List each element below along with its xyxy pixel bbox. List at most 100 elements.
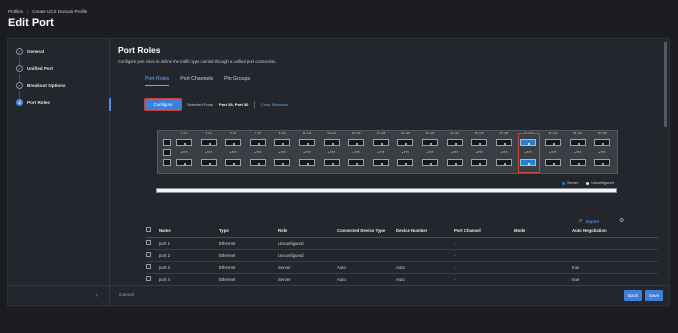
column-header[interactable]: Name bbox=[159, 227, 219, 238]
sfp-port-upper[interactable] bbox=[200, 139, 217, 146]
row-checkbox[interactable] bbox=[146, 276, 151, 281]
sfp-port-upper[interactable] bbox=[299, 139, 315, 146]
mgmt-port bbox=[163, 149, 171, 156]
port-number-label: 33 ⊙34 bbox=[573, 132, 582, 135]
sfp-port-upper[interactable] bbox=[372, 139, 389, 146]
port-pair[interactable]: 33 ⊙34 ● 5 5 5 bbox=[567, 132, 589, 168]
sfp-port-upper[interactable] bbox=[495, 139, 512, 146]
table-cell: Auto bbox=[396, 273, 454, 286]
step-breakout-options[interactable]: ✓ Breakout Options bbox=[16, 82, 66, 89]
port-pair[interactable]: 13 ⊙14 ● 5 5 5 bbox=[321, 132, 343, 168]
port-led bbox=[577, 162, 580, 165]
port-led bbox=[282, 162, 285, 165]
column-header[interactable]: Mode bbox=[514, 227, 572, 238]
clear-selection-link[interactable]: Clear Selection bbox=[261, 102, 288, 107]
port-pair[interactable]: 3 ⊙4 ● 5 5 5 bbox=[198, 132, 220, 168]
sfp-port-upper[interactable] bbox=[225, 139, 242, 146]
port-pair[interactable]: 21 ⊙22 ● 5 5 5 bbox=[419, 132, 441, 168]
tab-port-channels[interactable]: Port Channels bbox=[180, 76, 213, 86]
row-checkbox[interactable] bbox=[146, 252, 151, 257]
sfp-port-lower[interactable] bbox=[348, 159, 365, 166]
table-row[interactable]: port 2 Ethernet Unconfigured - bbox=[146, 249, 658, 262]
port-pair[interactable]: 27 ⊙28 ● 5 5 5 bbox=[493, 132, 515, 168]
sfp-port-lower[interactable] bbox=[249, 159, 266, 166]
port-pair[interactable]: 19 ⊙20 ● 5 5 5 bbox=[394, 132, 416, 168]
save-button[interactable]: Save bbox=[645, 290, 663, 301]
port-led bbox=[257, 162, 260, 165]
sfp-port-lower[interactable] bbox=[471, 159, 488, 166]
port-pair[interactable]: 9 ⊙10 ● 5 5 5 bbox=[271, 132, 293, 168]
sfp-port-lower[interactable] bbox=[397, 159, 414, 166]
port-pair[interactable]: 25 ⊙26 ● 5 5 5 bbox=[468, 132, 490, 168]
sfp-port-upper[interactable] bbox=[249, 139, 266, 146]
selected-ports-label: Selected Ports bbox=[187, 102, 214, 107]
sfp-port-upper[interactable] bbox=[471, 139, 488, 146]
port-status-text: ● 5 5 5 bbox=[500, 151, 508, 154]
table-cell: Server bbox=[278, 273, 337, 286]
sfp-port-upper[interactable] bbox=[446, 139, 463, 146]
table-row[interactable]: port 1 Ethernet Unconfigured - bbox=[146, 237, 658, 250]
sfp-port-lower[interactable] bbox=[225, 159, 242, 166]
select-all-checkbox[interactable] bbox=[146, 227, 151, 233]
sfp-port-upper[interactable] bbox=[569, 139, 586, 146]
export-button[interactable]: ⟳ Export bbox=[579, 218, 599, 224]
sfp-port-lower[interactable] bbox=[422, 159, 438, 166]
sfp-port-upper[interactable] bbox=[274, 139, 291, 146]
port-pair[interactable]: 7 ⊙8 ● 5 5 5 bbox=[247, 132, 269, 168]
port-pair[interactable]: 23 ⊙24 ● 5 5 5 bbox=[444, 132, 466, 168]
port-pair[interactable]: 17 ⊙18 ● 5 5 5 bbox=[370, 132, 392, 168]
breadcrumb-create-domain-profile[interactable]: Create UCS Domain Profile bbox=[32, 9, 87, 14]
page-scrollbar[interactable] bbox=[664, 42, 667, 127]
table-row[interactable]: port 3 Ethernet Server Auto Auto - true bbox=[146, 261, 658, 274]
sfp-port-lower[interactable] bbox=[372, 159, 389, 166]
cancel-button[interactable]: Cancel bbox=[119, 293, 134, 298]
column-header[interactable]: Device Number bbox=[396, 227, 454, 238]
port-led bbox=[282, 142, 285, 145]
configure-button[interactable]: Configure bbox=[143, 97, 183, 112]
gear-icon[interactable]: ⚙ bbox=[619, 217, 624, 224]
table-cell bbox=[572, 249, 658, 262]
sfp-port-upper[interactable] bbox=[176, 139, 192, 146]
sfp-port-lower[interactable] bbox=[323, 159, 340, 166]
sfp-port-upper[interactable] bbox=[545, 139, 561, 146]
port-pair[interactable]: 5 ⊙6 ● 5 5 5 bbox=[222, 132, 244, 168]
port-pair[interactable]: 35 ⊙36 ● 5 5 5 bbox=[591, 132, 613, 168]
column-header[interactable]: Connected Device Type bbox=[337, 227, 396, 238]
column-header[interactable]: Auto Negotiation bbox=[572, 227, 658, 238]
sfp-port-lower[interactable] bbox=[569, 159, 586, 166]
sfp-port-upper[interactable] bbox=[323, 139, 340, 146]
column-header[interactable]: Port Channel bbox=[454, 227, 514, 238]
sfp-port-upper[interactable] bbox=[397, 139, 414, 146]
table-cell: Ethernet bbox=[219, 273, 278, 286]
port-pair[interactable]: 15 ⊙16 ● 5 5 5 bbox=[345, 132, 367, 168]
tab-pin-groups[interactable]: Pin Groups bbox=[224, 76, 250, 86]
sfp-port-lower[interactable] bbox=[495, 159, 512, 166]
port-pair[interactable]: 11 ⊙12 ● 5 5 5 bbox=[296, 132, 318, 168]
row-checkbox[interactable] bbox=[146, 240, 151, 245]
sfp-port-lower[interactable] bbox=[200, 159, 217, 166]
step-unified-port[interactable]: ✓ Unified Port bbox=[16, 65, 53, 72]
sfp-port-lower[interactable] bbox=[274, 159, 291, 166]
faceplate-scroll-strip[interactable] bbox=[156, 188, 617, 193]
sfp-port-upper[interactable] bbox=[422, 139, 438, 146]
row-checkbox[interactable] bbox=[146, 264, 151, 269]
column-header[interactable]: Type bbox=[219, 227, 278, 238]
step-port-roles[interactable]: 4 Port Roles bbox=[16, 99, 50, 106]
sfp-port-lower[interactable] bbox=[545, 159, 561, 166]
column-header[interactable]: Role bbox=[278, 227, 337, 238]
breadcrumb-profiles[interactable]: Profiles bbox=[8, 9, 23, 14]
sfp-port-lower[interactable] bbox=[299, 159, 315, 166]
table-cell: - bbox=[454, 273, 514, 286]
sfp-port-lower[interactable] bbox=[176, 159, 192, 166]
port-pair[interactable]: 31 ⊙32 ● 5 5 5 bbox=[542, 132, 564, 168]
sfp-port-lower[interactable] bbox=[446, 159, 463, 166]
tab-port-roles[interactable]: Port Roles bbox=[145, 76, 170, 86]
sfp-port-lower[interactable] bbox=[594, 159, 611, 166]
step-general[interactable]: ✓ General bbox=[16, 48, 44, 55]
sfp-port-upper[interactable] bbox=[348, 139, 365, 146]
back-button[interactable]: Back bbox=[624, 290, 642, 301]
table-row[interactable]: port 4 Ethernet Server Auto Auto - true bbox=[146, 273, 658, 286]
row-select-cell bbox=[146, 261, 159, 274]
port-pair[interactable]: 1 ⊙2 ● 5 5 5 bbox=[173, 132, 195, 168]
sfp-port-upper[interactable] bbox=[594, 139, 611, 146]
